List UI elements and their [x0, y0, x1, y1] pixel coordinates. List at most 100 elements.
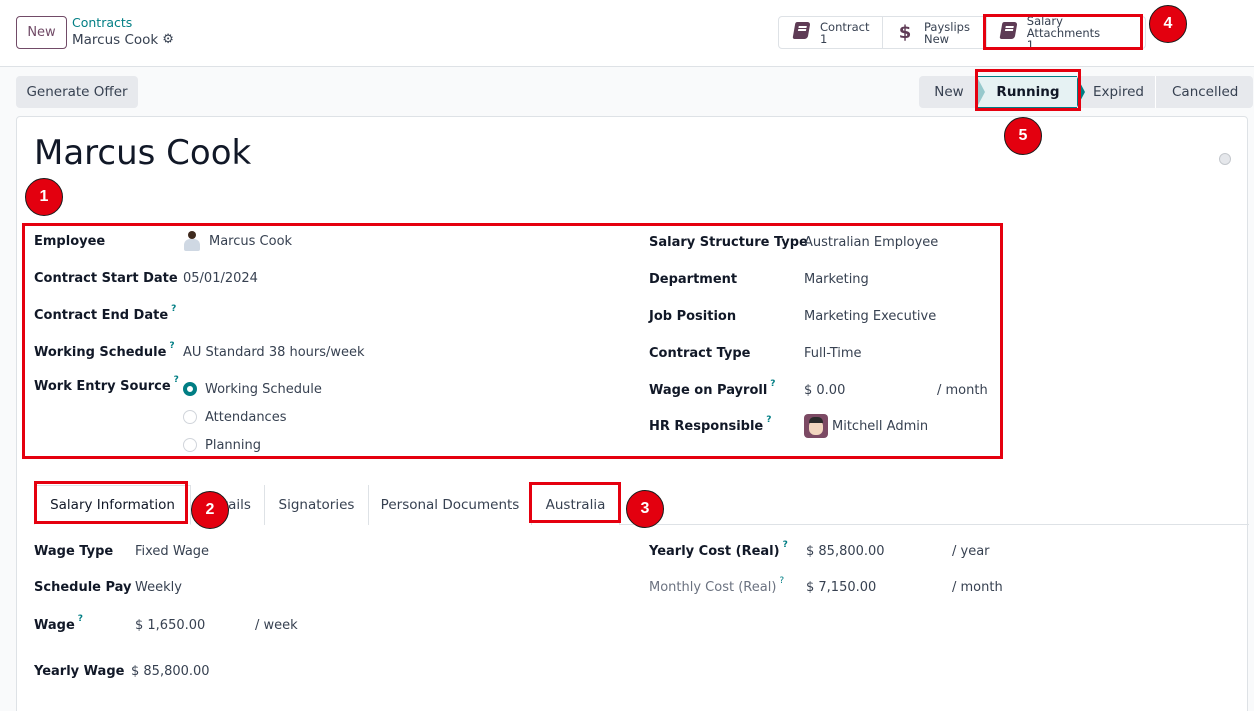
- control-panel-header: New Contracts Marcus Cook ⚙ Contract 1 $…: [0, 0, 1254, 67]
- radio-attendances[interactable]: Attendances: [183, 407, 322, 427]
- kanban-state-indicator[interactable]: [1219, 153, 1231, 165]
- monthly-cost-unit: / month: [952, 579, 1003, 595]
- field-wage-on-payroll: Wage on Payroll? $ 0.00 / month: [649, 379, 1009, 400]
- field-label: Department: [649, 271, 738, 287]
- field-label: Working Schedule: [34, 344, 167, 360]
- field-label: Wage: [34, 617, 75, 633]
- field-label: Wage Type: [34, 543, 114, 559]
- yearly-cost-value: $ 85,800.00: [806, 543, 885, 559]
- payslips-smart-button-value: New: [924, 31, 950, 46]
- field-hr-responsible: HR Responsible? Mitchell Admin: [649, 414, 928, 438]
- help-icon[interactable]: ?: [171, 304, 176, 314]
- field-label: Job Position: [649, 308, 737, 324]
- field-label: Contract Start Date: [34, 270, 178, 286]
- wage-type-value[interactable]: Fixed Wage: [135, 544, 209, 559]
- annotation-badge-2: 2: [191, 491, 229, 529]
- book-icon: [999, 21, 1018, 44]
- salary-attachments-smart-button-value: 1: [1026, 37, 1035, 52]
- job-position-value[interactable]: Marketing Executive: [804, 309, 936, 324]
- wage-on-payroll-unit: / month: [937, 382, 988, 398]
- field-monthly-cost: Monthly Cost (Real)? $ 7,150.00 / month: [649, 576, 1019, 597]
- radio-label: Working Schedule: [205, 381, 322, 397]
- smart-buttons: Contract 1 $ Payslips New Salary Attachm…: [778, 15, 1146, 52]
- breadcrumb-contracts-link[interactable]: Contracts: [72, 15, 174, 31]
- yearly-cost-unit: / year: [952, 543, 990, 559]
- contract-type-value[interactable]: Full-Time: [804, 346, 862, 361]
- working-schedule-value[interactable]: AU Standard 38 hours/week: [183, 345, 365, 360]
- status-running[interactable]: Running: [977, 76, 1085, 108]
- radio-planning[interactable]: Planning: [183, 435, 322, 455]
- field-work-entry-source: Work Entry Source? Working Schedule Atte…: [34, 375, 322, 453]
- gear-icon[interactable]: ⚙: [162, 31, 174, 49]
- dollar-icon: $: [898, 22, 912, 43]
- tab-personal-documents[interactable]: Personal Documents: [369, 485, 532, 525]
- help-icon[interactable]: ?: [766, 415, 771, 425]
- field-yearly-wage: Yearly Wage $ 85,800.00: [34, 661, 210, 681]
- field-wage-type: Wage Type Fixed Wage: [34, 541, 209, 561]
- radio-unchecked-icon: [183, 438, 197, 452]
- field-label: Salary Structure Type: [649, 234, 808, 250]
- wage-unit: / week: [255, 617, 298, 633]
- status-cancelled[interactable]: Cancelled: [1155, 76, 1253, 108]
- radio-working-schedule[interactable]: Working Schedule: [183, 379, 322, 399]
- payslips-smart-button[interactable]: $ Payslips New: [883, 17, 987, 48]
- schedule-pay-value[interactable]: Weekly: [135, 580, 182, 595]
- tab-salary-information[interactable]: Salary Information: [34, 485, 191, 525]
- annotation-badge-3: 3: [626, 490, 664, 528]
- contract-smart-button[interactable]: Contract 1: [779, 17, 883, 48]
- department-value[interactable]: Marketing: [804, 272, 869, 287]
- contract-title: Marcus Cook: [34, 133, 252, 173]
- help-icon[interactable]: ?: [174, 375, 179, 385]
- field-label: Yearly Cost (Real): [649, 543, 780, 559]
- breadcrumb-current-label: Marcus Cook: [72, 32, 159, 48]
- generate-offer-button[interactable]: Generate Offer: [16, 76, 138, 108]
- help-icon[interactable]: ?: [770, 379, 775, 389]
- start-date-value[interactable]: 05/01/2024: [183, 271, 258, 286]
- employee-value[interactable]: Marcus Cook: [209, 234, 292, 249]
- help-icon[interactable]: ?: [779, 576, 784, 586]
- new-button[interactable]: New: [16, 16, 67, 49]
- radio-unchecked-icon: [183, 410, 197, 424]
- field-contract-type: Contract Type Full-Time: [649, 343, 862, 363]
- payslips-smart-button-label: Payslips: [924, 19, 970, 34]
- field-label: Contract End Date: [34, 307, 169, 323]
- field-label: Wage on Payroll: [649, 382, 768, 398]
- help-icon[interactable]: ?: [783, 540, 788, 550]
- form-control-bar: Generate Offer New Running Expired Cance…: [0, 67, 1254, 115]
- form-sheet: Marcus Cook Employee Marcus Cook Contrac…: [16, 116, 1249, 711]
- field-salary-structure-type: Salary Structure Type Australian Employe…: [649, 232, 938, 252]
- field-label: Employee: [34, 233, 106, 249]
- field-label: Monthly Cost (Real): [649, 579, 777, 595]
- yearly-wage-value: $ 85,800.00: [131, 663, 210, 679]
- field-yearly-cost: Yearly Cost (Real)? $ 85,800.00 / year: [649, 540, 1019, 561]
- book-icon: [791, 21, 811, 44]
- employee-avatar: [183, 230, 201, 252]
- field-job-position: Job Position Marketing Executive: [649, 306, 936, 326]
- field-department: Department Marketing: [649, 269, 869, 289]
- field-label: HR Responsible: [649, 418, 764, 434]
- field-start-date: Contract Start Date 05/01/2024: [34, 268, 258, 288]
- status-bar: New Running Expired Cancelled: [919, 76, 1253, 108]
- annotation-badge-5: 5: [1004, 117, 1042, 155]
- salary-attachments-smart-button[interactable]: Salary Attachments 1: [987, 15, 1145, 52]
- annotation-badge-4: 4: [1149, 5, 1187, 43]
- wage-on-payroll-value[interactable]: $ 0.00: [804, 383, 845, 398]
- field-end-date: Contract End Date?: [34, 304, 183, 325]
- help-icon[interactable]: ?: [169, 341, 174, 351]
- contract-smart-button-value: 1: [820, 31, 828, 46]
- field-label: Yearly Wage: [34, 663, 125, 679]
- tab-signatories[interactable]: Signatories: [265, 485, 369, 525]
- field-label: Contract Type: [649, 345, 751, 361]
- status-expired[interactable]: Expired: [1077, 76, 1155, 108]
- help-icon[interactable]: ?: [78, 614, 83, 624]
- radio-label: Planning: [205, 437, 261, 453]
- hr-responsible-value[interactable]: Mitchell Admin: [832, 419, 928, 434]
- monthly-cost-value: $ 7,150.00: [806, 579, 877, 595]
- contract-smart-button-label: Contract: [820, 19, 870, 34]
- salary-structure-type-value[interactable]: Australian Employee: [804, 235, 938, 250]
- status-new[interactable]: New: [919, 76, 977, 108]
- field-schedule-pay: Schedule Pay Weekly: [34, 577, 182, 597]
- wage-value[interactable]: $ 1,650.00: [135, 618, 205, 633]
- field-employee: Employee Marcus Cook: [34, 231, 292, 251]
- tab-australia[interactable]: Australia: [532, 485, 620, 525]
